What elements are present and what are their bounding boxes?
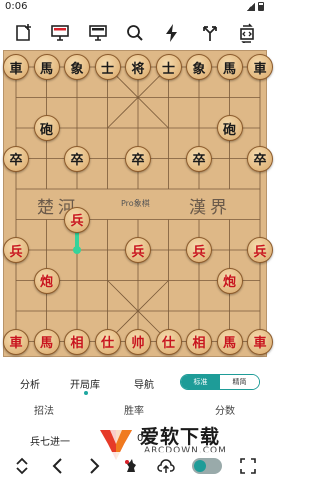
new-game-button[interactable] — [10, 20, 36, 46]
chess-piece-icon — [125, 459, 136, 472]
fullscreen-icon — [240, 458, 256, 474]
black-piece[interactable]: 車 — [247, 54, 273, 80]
status-icons — [246, 2, 264, 11]
black-piece[interactable]: 卒 — [247, 145, 273, 172]
black-piece[interactable]: 卒 — [64, 145, 90, 172]
battery-icon — [258, 2, 264, 11]
engine-red-button[interactable] — [47, 20, 73, 46]
red-piece[interactable]: 車 — [247, 328, 273, 355]
red-piece[interactable]: 車 — [3, 328, 29, 355]
chess-board[interactable]: 楚河 Pro象棋 漢界 車馬象士将士象馬車砲砲卒卒卒卒卒兵兵兵兵兵炮炮車馬相仕帅… — [3, 50, 273, 357]
move-table-header: 招法 胜率 分数 — [0, 398, 270, 418]
red-piece[interactable]: 相 — [64, 328, 90, 355]
tab-navigation[interactable]: 导航 — [134, 376, 154, 391]
black-piece[interactable]: 象 — [186, 54, 212, 80]
brand-title: 爱软下载 — [140, 426, 221, 448]
monitor-red-icon — [51, 25, 69, 41]
red-piece[interactable]: 炮 — [216, 267, 243, 294]
branch-button[interactable] — [197, 20, 223, 46]
black-piece[interactable]: 砲 — [33, 115, 60, 141]
red-piece[interactable]: 兵 — [247, 237, 273, 263]
flash-icon — [166, 24, 178, 42]
piece-hint-button[interactable] — [118, 454, 142, 478]
black-piece[interactable]: 砲 — [216, 115, 243, 141]
black-piece[interactable]: 卒 — [3, 145, 29, 172]
status-time: 0:06 — [5, 1, 28, 12]
mode-toggle: 标准 精简 — [180, 374, 260, 390]
black-piece[interactable]: 車 — [3, 54, 29, 80]
expand-vertical-icon — [16, 457, 28, 475]
monitor-icon — [88, 25, 107, 41]
chevron-right-icon — [90, 458, 100, 474]
black-piece[interactable]: 士 — [94, 54, 121, 80]
toggle-track — [192, 458, 222, 474]
fullscreen-button[interactable] — [236, 454, 260, 478]
river-label-right: 漢界 — [189, 198, 231, 218]
red-piece[interactable]: 相 — [186, 328, 212, 355]
auto-play-toggle[interactable] — [190, 454, 224, 478]
next-move-button[interactable] — [82, 454, 106, 478]
red-piece[interactable]: 馬 — [216, 328, 243, 355]
toggle-knob — [194, 460, 206, 472]
upload-button[interactable] — [154, 454, 178, 478]
mode-precise-button[interactable]: 精简 — [220, 375, 259, 389]
switch-icon — [240, 23, 255, 43]
tab-active-indicator — [84, 391, 88, 395]
flip-board-button[interactable] — [234, 20, 260, 46]
status-bar: 0:06 — [0, 0, 270, 14]
column-header-score: 分数 — [215, 406, 235, 417]
red-piece[interactable]: 兵 — [3, 237, 29, 263]
black-piece[interactable]: 士 — [155, 54, 182, 80]
mode-standard-button[interactable]: 标准 — [181, 375, 220, 389]
move-text: 兵七进一 — [30, 437, 70, 448]
red-piece[interactable]: 仕 — [155, 328, 182, 355]
last-move-origin — [73, 246, 81, 254]
new-file-icon — [15, 24, 31, 41]
previous-move-button[interactable] — [46, 454, 70, 478]
search-button[interactable] — [122, 20, 148, 46]
tab-analysis[interactable]: 分析 — [20, 376, 40, 391]
red-piece[interactable]: 馬 — [33, 328, 60, 355]
black-piece[interactable]: 馬 — [33, 54, 60, 80]
black-piece[interactable]: 象 — [64, 54, 90, 80]
branch-icon — [202, 26, 217, 41]
black-piece[interactable]: 卒 — [125, 145, 151, 172]
signal-icon — [246, 2, 255, 11]
red-piece[interactable]: 兵 — [186, 237, 212, 263]
expand-button[interactable] — [10, 454, 34, 478]
red-piece[interactable]: 炮 — [33, 267, 60, 294]
tab-opening-book[interactable]: 开局库 — [70, 376, 100, 391]
toolbar — [0, 16, 270, 50]
cloud-upload-icon — [157, 459, 175, 473]
search-icon — [127, 25, 143, 41]
black-piece[interactable]: 馬 — [216, 54, 243, 80]
black-piece[interactable]: 将 — [125, 54, 151, 80]
column-header-move: 招法 — [34, 406, 54, 417]
red-piece[interactable]: 仕 — [94, 328, 121, 355]
red-piece[interactable]: 兵 — [64, 206, 90, 233]
engine-black-button[interactable] — [85, 20, 111, 46]
red-piece[interactable]: 帅 — [125, 328, 151, 355]
bottom-toolbar — [0, 452, 270, 480]
quick-analysis-button[interactable] — [159, 20, 185, 46]
board-watermark: Pro象棋 — [121, 199, 150, 208]
red-piece[interactable]: 兵 — [125, 237, 151, 263]
column-header-win-rate: 胜率 — [124, 406, 144, 417]
chevron-left-icon — [52, 458, 62, 474]
black-piece[interactable]: 卒 — [186, 145, 212, 172]
